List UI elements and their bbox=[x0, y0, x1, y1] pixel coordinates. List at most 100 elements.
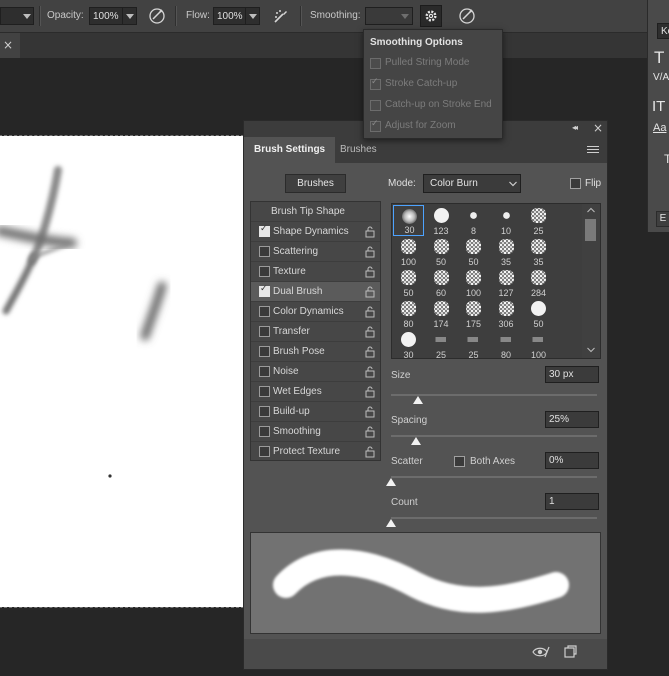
brush-tip-cell[interactable]: 80 bbox=[491, 329, 522, 358]
option-checkbox[interactable] bbox=[259, 284, 270, 297]
option-checkbox[interactable] bbox=[259, 246, 270, 257]
stroke-catch-up-checkbox[interactable] bbox=[370, 77, 381, 90]
brush-tip-cell[interactable]: 174 bbox=[426, 298, 457, 329]
lock-icon[interactable] bbox=[364, 286, 376, 298]
spacing-slider-track[interactable] bbox=[391, 435, 597, 437]
brush-tip-cell[interactable]: 50 bbox=[458, 236, 489, 267]
option-checkbox[interactable] bbox=[259, 406, 270, 417]
option-smoothing[interactable]: Smoothing bbox=[251, 422, 380, 442]
brush-tip-cell[interactable]: 25 bbox=[426, 329, 457, 358]
brush-tip-cell[interactable]: 123 bbox=[426, 205, 457, 236]
flip-checkbox[interactable] bbox=[570, 178, 581, 189]
brush-tip-cell[interactable]: 60 bbox=[426, 267, 457, 298]
tab-close-icon[interactable]: × bbox=[3, 38, 13, 52]
option-transfer[interactable]: Transfer bbox=[251, 322, 380, 342]
brush-tip-cell[interactable]: 50 bbox=[523, 298, 554, 329]
smoothing-gear-icon[interactable] bbox=[420, 5, 442, 27]
size-field[interactable]: 30 px bbox=[545, 366, 599, 383]
brush-tip-cell[interactable]: 306 bbox=[491, 298, 522, 329]
mode-dropdown[interactable]: Color Burn bbox=[423, 174, 521, 193]
spacing-slider-handle[interactable] bbox=[410, 437, 421, 445]
lock-icon[interactable] bbox=[364, 266, 376, 278]
option-checkbox[interactable] bbox=[259, 224, 270, 237]
pressure-opacity-icon[interactable] bbox=[147, 6, 167, 26]
lock-icon[interactable] bbox=[364, 366, 376, 378]
lock-icon[interactable] bbox=[364, 246, 376, 258]
tab-brushes[interactable]: Brushes bbox=[330, 137, 387, 163]
brush-tip-cell[interactable]: 50 bbox=[393, 267, 424, 298]
size-slider-handle[interactable] bbox=[412, 396, 423, 404]
tab-brush-settings[interactable]: Brush Settings bbox=[244, 137, 336, 163]
scroll-down-icon[interactable] bbox=[587, 347, 595, 353]
option-checkbox[interactable] bbox=[259, 266, 270, 277]
lock-icon[interactable] bbox=[364, 386, 376, 398]
panel-menu-icon[interactable] bbox=[587, 146, 599, 155]
catch-up-on-stroke-end-checkbox[interactable] bbox=[370, 100, 381, 111]
lock-icon[interactable] bbox=[364, 446, 376, 458]
scroll-up-icon[interactable] bbox=[587, 207, 595, 213]
lock-icon[interactable] bbox=[364, 326, 376, 338]
option-checkbox[interactable] bbox=[259, 386, 270, 397]
brush-tip-cell[interactable]: 80 bbox=[393, 298, 424, 329]
lock-icon[interactable] bbox=[364, 406, 376, 418]
pulled-string-mode-checkbox[interactable] bbox=[370, 58, 381, 69]
document-tab[interactable]: × bbox=[0, 33, 20, 58]
option-brush-pose[interactable]: Brush Pose bbox=[251, 342, 380, 362]
flow-dropdown[interactable] bbox=[245, 7, 260, 25]
toggle-live-tip-preview-icon[interactable] bbox=[532, 645, 550, 659]
spacing-field[interactable]: 25% bbox=[545, 411, 599, 428]
count-slider-track[interactable] bbox=[391, 517, 597, 519]
brush-tip-cell[interactable]: 175 bbox=[458, 298, 489, 329]
opacity-field[interactable]: 100% bbox=[89, 7, 123, 25]
both-axes-checkbox[interactable] bbox=[454, 456, 465, 467]
option-protect-texture[interactable]: Protect Texture bbox=[251, 442, 380, 462]
flow-field[interactable]: 100% bbox=[213, 7, 246, 25]
brush-tip-cell[interactable]: 25 bbox=[458, 329, 489, 358]
brush-tip-cell[interactable]: 100 bbox=[393, 236, 424, 267]
airbrush-icon[interactable] bbox=[271, 6, 291, 26]
scatter-slider-handle[interactable] bbox=[386, 478, 396, 486]
brush-tip-cell[interactable]: 35 bbox=[491, 236, 522, 267]
option-checkbox[interactable] bbox=[259, 346, 270, 357]
brush-tip-cell[interactable]: 30 bbox=[393, 205, 424, 236]
lock-icon[interactable] bbox=[364, 226, 376, 238]
font-family-field[interactable]: Ko bbox=[657, 23, 669, 39]
close-panel-icon[interactable]: × bbox=[593, 121, 603, 135]
brush-tip-cell[interactable]: 10 bbox=[491, 205, 522, 236]
brush-preset-dropdown[interactable] bbox=[0, 7, 34, 25]
brush-tip-cell[interactable]: 8 bbox=[458, 205, 489, 236]
brush-tip-cell[interactable]: 25 bbox=[523, 205, 554, 236]
brush-tip-cell[interactable]: 35 bbox=[523, 236, 554, 267]
option-texture[interactable]: Texture bbox=[251, 262, 380, 282]
count-field[interactable]: 1 bbox=[545, 493, 599, 510]
lock-icon[interactable] bbox=[364, 306, 376, 318]
pressure-size-icon[interactable] bbox=[457, 6, 477, 26]
brush-tip-cell[interactable]: 100 bbox=[523, 329, 554, 358]
option-wet-edges[interactable]: Wet Edges bbox=[251, 382, 380, 402]
option-color-dynamics[interactable]: Color Dynamics bbox=[251, 302, 380, 322]
language-button[interactable]: E bbox=[656, 211, 669, 227]
smoothing-field[interactable] bbox=[365, 7, 413, 25]
brush-tip-cell[interactable]: 127 bbox=[491, 267, 522, 298]
option-checkbox[interactable] bbox=[259, 426, 270, 437]
brush-tip-cell[interactable]: 30 bbox=[393, 329, 424, 358]
scroll-thumb[interactable] bbox=[585, 219, 596, 241]
create-new-brush-icon[interactable] bbox=[563, 645, 577, 659]
document-canvas[interactable] bbox=[0, 135, 244, 608]
option-checkbox[interactable] bbox=[259, 366, 270, 377]
option-shape-dynamics[interactable]: Shape Dynamics bbox=[251, 222, 380, 242]
lock-icon[interactable] bbox=[364, 346, 376, 358]
count-slider-handle[interactable] bbox=[386, 519, 396, 527]
scatter-field[interactable]: 0% bbox=[545, 452, 599, 469]
brush-tip-cell[interactable]: 50 bbox=[426, 236, 457, 267]
scatter-slider-track[interactable] bbox=[391, 476, 597, 478]
option-checkbox[interactable] bbox=[259, 326, 270, 337]
option-checkbox[interactable] bbox=[259, 306, 270, 317]
option-noise[interactable]: Noise bbox=[251, 362, 380, 382]
brushes-button[interactable]: Brushes bbox=[285, 174, 346, 193]
option-scattering[interactable]: Scattering bbox=[251, 242, 380, 262]
option-brush-tip-shape[interactable]: Brush Tip Shape bbox=[251, 202, 380, 222]
opacity-dropdown[interactable] bbox=[122, 7, 137, 25]
adjust-for-zoom-checkbox[interactable] bbox=[370, 119, 381, 132]
option-dual-brush[interactable]: Dual Brush bbox=[251, 282, 380, 302]
